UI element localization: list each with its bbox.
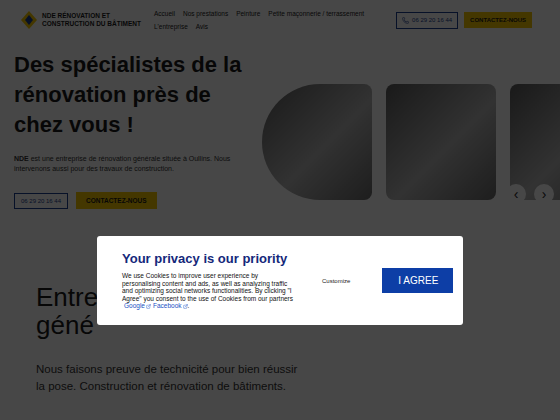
cookie-dialog-body: Your privacy is our priority We use Cooki…	[122, 251, 298, 310]
external-link-icon	[146, 304, 151, 309]
cookie-dialog-title: Your privacy is our priority	[122, 251, 298, 266]
modal-overlay: Your privacy is our priority We use Cooki…	[0, 0, 560, 420]
partner-link[interactable]: Facebook	[153, 302, 188, 310]
customize-button[interactable]: Customize	[320, 276, 352, 286]
page: NDE RÉNOVATION ETCONSTRUCTION DU BÂTIMEN…	[0, 0, 560, 420]
cookie-dialog: Your privacy is our priority We use Cooki…	[97, 236, 463, 325]
external-link-icon	[183, 304, 188, 309]
partner-link[interactable]: Google	[124, 302, 151, 310]
agree-button[interactable]: I AGREE	[382, 268, 453, 293]
cookie-dialog-text: We use Cookies to improve user experienc…	[122, 272, 298, 310]
